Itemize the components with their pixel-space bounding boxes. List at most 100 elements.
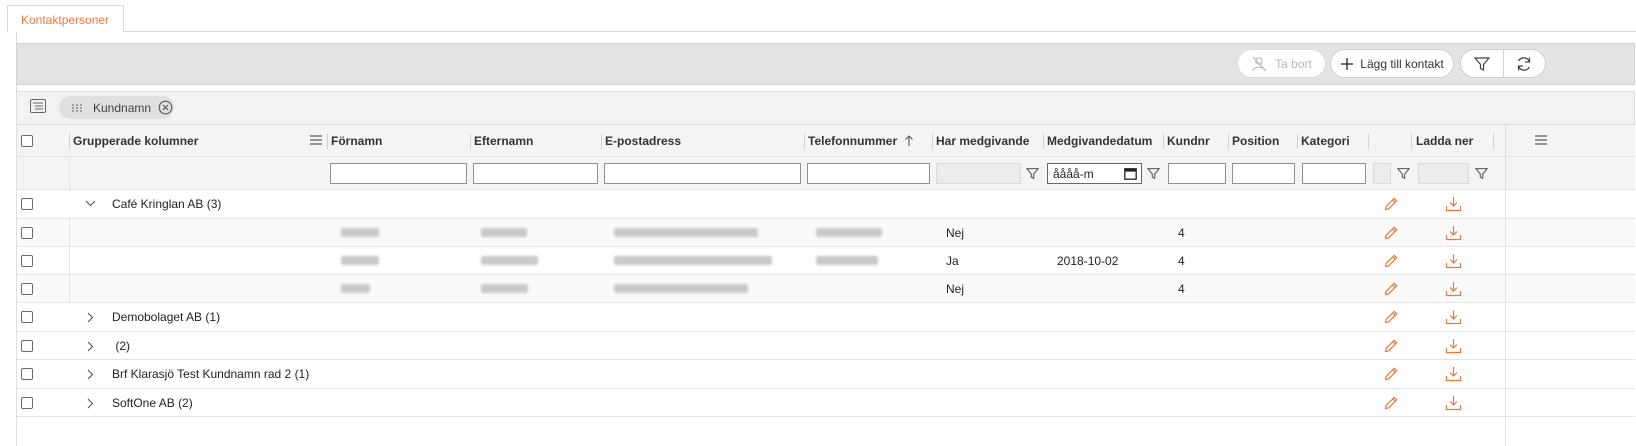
refresh-icon [1515,55,1533,73]
pencil-icon[interactable] [1383,309,1399,325]
tab-label: Kontaktpersoner [21,13,110,27]
download-icon[interactable] [1445,281,1462,297]
row-checkbox[interactable] [21,339,33,352]
refresh-button[interactable] [1504,50,1546,77]
row-checkbox[interactable] [21,282,33,295]
email-cell [614,219,758,246]
group-panel-icon[interactable] [30,99,46,113]
download-icon[interactable] [1445,309,1462,325]
table-row[interactable]: Nej 4 [17,219,1635,247]
drag-handle-icon[interactable] [71,103,83,113]
consent-cell: Nej [946,225,965,240]
download-icon[interactable] [1445,253,1462,269]
filter-category-input[interactable] [1302,163,1366,184]
delete-button[interactable]: Ta bort [1237,49,1326,78]
col-header-grouped[interactable]: Grupperade kolumner [70,125,198,156]
header-row: Grupperade kolumner Förnamn Efternamn E-… [17,124,1635,157]
filter-edit-select[interactable] [1373,163,1391,184]
group-row[interactable]: Brf Klarasjö Test Kundnamn rad 2 (1) [17,360,1635,389]
filter-position-input[interactable] [1232,163,1295,184]
phone-cell [816,247,878,274]
col-header-consent-date[interactable]: Medgivandedatum [1044,125,1152,156]
chevron-right-icon[interactable] [87,398,94,409]
email-cell [614,275,748,302]
filter-icon [1473,56,1490,72]
pencil-icon[interactable] [1383,253,1399,269]
row-checkbox[interactable] [21,254,33,267]
row-checkbox[interactable] [21,226,33,239]
row-checkbox[interactable] [21,198,33,210]
download-icon[interactable] [1445,395,1462,411]
chevron-right-icon[interactable] [87,312,94,323]
pencil-icon[interactable] [1383,338,1399,354]
customer-no-cell: 4 [1178,253,1185,268]
pencil-icon[interactable] [1383,366,1399,382]
download-icon[interactable] [1445,338,1462,354]
group-count: (3) [206,197,222,211]
col-header-phone[interactable]: Telefonnummer [805,125,914,156]
download-icon[interactable] [1445,366,1462,382]
group-row[interactable]: Demobolaget AB (1) [17,303,1635,332]
firstname-cell [341,275,370,302]
col-header-phone-label: Telefonnummer [808,133,898,148]
filter-icon[interactable] [1026,167,1039,180]
row-checkbox[interactable] [21,396,33,409]
filter-email-input[interactable] [604,163,801,184]
calendar-icon[interactable] [1124,167,1137,180]
consent-date-cell: 2018-10-02 [1057,253,1119,268]
pencil-icon[interactable] [1383,281,1399,297]
tab-kontaktpersoner[interactable]: Kontaktpersoner [7,5,124,32]
lastname-cell [481,219,527,246]
col-header-firstname[interactable]: Förnamn [328,125,382,156]
group-panel: Kundnamn [16,91,1635,124]
chevron-right-icon[interactable] [87,369,94,380]
group-row[interactable]: SoftOne AB (2) [17,389,1635,417]
add-contact-button[interactable]: Lägg till kontakt [1330,49,1454,78]
chevron-down-icon[interactable] [85,200,96,207]
col-header-category[interactable]: Kategori [1298,125,1350,156]
download-icon[interactable] [1445,225,1462,241]
column-menu-icon[interactable] [310,135,322,145]
group-chip-kundnamn[interactable]: Kundnamn [59,96,174,119]
group-row[interactable]: Café Kringlan AB (3) [17,190,1635,219]
download-icon[interactable] [1445,196,1462,212]
col-header-firstname-label: Förnamn [331,133,383,148]
row-checkbox[interactable] [21,368,33,380]
consent-cell: Nej [946,281,965,296]
col-header-consent[interactable]: Har medgivande [933,125,1029,156]
col-header-download[interactable]: Ladda ner [1413,125,1473,156]
consent-cell: Ja [946,253,959,268]
table-row[interactable]: Ja 2018-10-02 4 [17,247,1635,275]
group-row[interactable]: (2) [17,332,1635,360]
filter-customer-no-input[interactable] [1168,163,1226,184]
grid-menu-icon[interactable] [1535,135,1547,145]
email-cell [614,247,772,274]
pencil-icon[interactable] [1383,225,1399,241]
filter-phone-input[interactable] [807,163,930,184]
col-header-email[interactable]: E-postadress [602,125,681,156]
chevron-right-icon[interactable] [87,341,94,352]
filter-consent-date-input[interactable]: åååå-m [1047,163,1142,184]
filter-lastname-input[interactable] [473,163,598,184]
group-label: SoftOne AB (2) [112,389,193,416]
filter-toggle-button[interactable] [1461,50,1504,77]
filter-download-select[interactable] [1418,163,1469,184]
group-name: Brf Klarasjö Test Kundnamn rad 2 [112,367,292,381]
toolbar: Ta bort Lägg till kontakt [16,43,1635,85]
contacts-grid: Grupperade kolumner Förnamn Efternamn E-… [16,124,1635,446]
col-header-lastname[interactable]: Efternamn [471,125,533,156]
filter-firstname-input[interactable] [330,163,467,184]
col-header-position[interactable]: Position [1229,125,1279,156]
pencil-icon[interactable] [1383,196,1399,212]
filter-icon[interactable] [1397,167,1410,180]
col-header-customer-no[interactable]: Kundnr [1164,125,1210,156]
pencil-icon[interactable] [1383,395,1399,411]
close-circle-icon[interactable] [158,100,173,115]
select-all-checkbox[interactable] [21,134,33,147]
table-row[interactable]: Nej 4 [17,275,1635,303]
filter-icon[interactable] [1475,167,1488,180]
row-checkbox[interactable] [21,311,33,323]
col-header-customer-no-label: Kundnr [1167,133,1210,148]
filter-consent-select[interactable] [936,163,1021,184]
filter-icon[interactable] [1147,167,1160,180]
